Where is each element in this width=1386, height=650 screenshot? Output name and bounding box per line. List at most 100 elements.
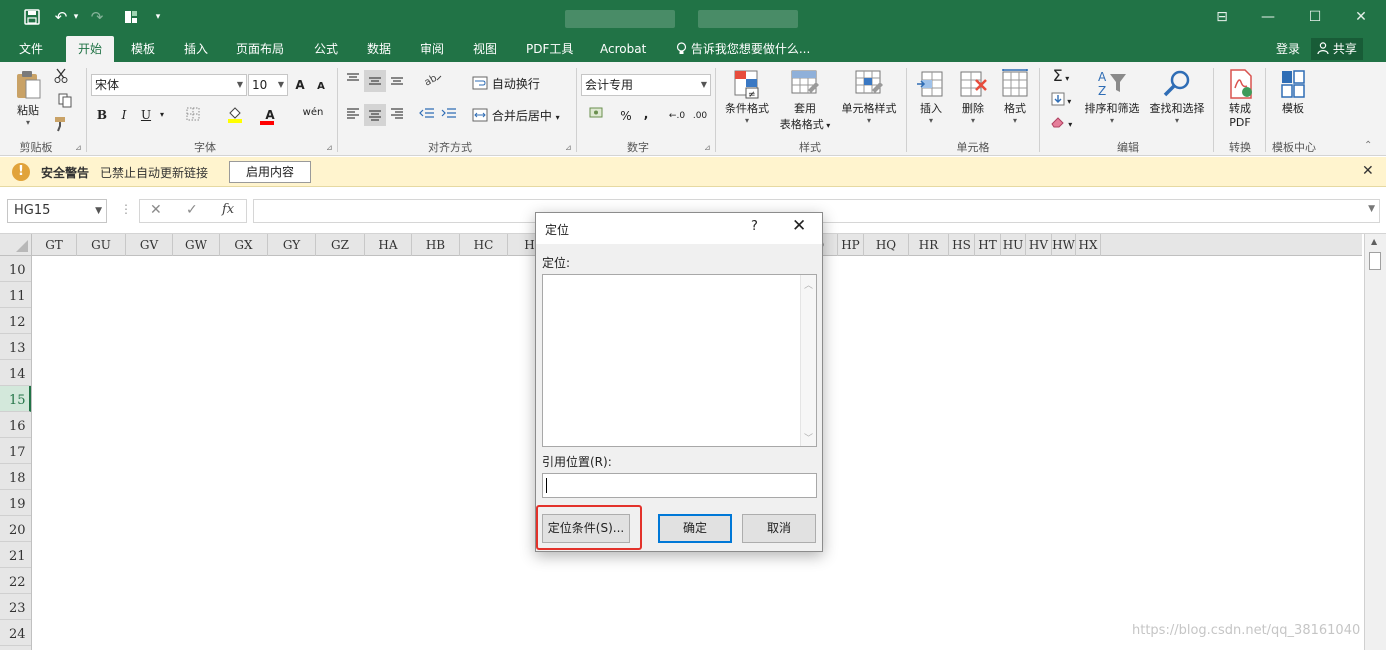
close-icon[interactable]: ✕ [1362, 163, 1374, 179]
tab-data[interactable]: 数据 [367, 36, 391, 62]
insert-function-icon[interactable]: fx [222, 202, 234, 217]
collapse-ribbon-icon[interactable]: ⌃ [1364, 140, 1372, 151]
font-launcher-icon[interactable]: ⊿ [326, 143, 333, 152]
row-header[interactable]: 14 [0, 360, 31, 386]
row-header[interactable]: 13 [0, 334, 31, 360]
column-header[interactable]: GX [220, 234, 268, 256]
accounting-format-icon[interactable] [583, 106, 613, 126]
redo-icon[interactable]: ↷ [86, 6, 108, 28]
resize-handle-icon[interactable]: ⋮ [120, 202, 132, 216]
underline-dropdown-icon[interactable]: ▾ [158, 105, 166, 125]
row-header[interactable]: 24 [0, 620, 31, 646]
row-header[interactable]: 21 [0, 542, 31, 568]
column-header[interactable]: GW [173, 234, 220, 256]
decrease-decimal-button[interactable]: .00 [690, 106, 710, 126]
align-left-icon[interactable] [344, 106, 362, 126]
merge-center-button[interactable]: 合并后居中 ▾ [472, 106, 570, 126]
increase-decimal-button[interactable]: ←.0 [667, 106, 687, 126]
autosum-button[interactable]: Σ ▾ [1046, 66, 1076, 86]
cell-styles-button[interactable]: 单元格样式 ▾ [837, 68, 901, 125]
row-header[interactable]: 23 [0, 594, 31, 620]
row-header[interactable]: 12 [0, 308, 31, 334]
listbox-scrollbar[interactable]: ︿ ﹀ [800, 275, 816, 446]
tab-page-layout[interactable]: 页面布局 [236, 36, 284, 62]
tab-acrobat[interactable]: Acrobat [600, 36, 646, 62]
special-button[interactable]: 定位条件(S)... [542, 514, 630, 543]
delete-cells-button[interactable]: 删除 ▾ [954, 68, 992, 125]
fill-button[interactable]: ▾ [1046, 90, 1076, 110]
column-header[interactable]: GY [268, 234, 316, 256]
template-button[interactable]: 模板 [1272, 68, 1314, 116]
column-header[interactable]: HX [1076, 234, 1101, 256]
minimize-button[interactable]: — [1245, 0, 1291, 34]
row-header[interactable]: 18 [0, 464, 31, 490]
clipboard-launcher-icon[interactable]: ⊿ [75, 143, 82, 152]
phonetic-button[interactable]: wén [300, 103, 326, 123]
cut-icon[interactable] [52, 68, 70, 87]
enter-icon[interactable]: ✓ [186, 202, 198, 218]
align-middle-icon[interactable] [364, 70, 386, 92]
align-bottom-icon[interactable] [388, 72, 406, 92]
format-painter-icon[interactable] [52, 116, 70, 135]
close-icon[interactable]: ✕ [792, 216, 806, 236]
paste-button[interactable]: 粘贴 ▾ [10, 68, 46, 127]
maximize-button[interactable]: ☐ [1292, 0, 1338, 34]
touch-mode-icon[interactable] [120, 6, 142, 28]
column-header[interactable]: HQ [864, 234, 909, 256]
border-button[interactable] [180, 105, 206, 125]
sort-filter-button[interactable]: AZ 排序和筛选 ▾ [1082, 68, 1142, 125]
italic-button[interactable]: I [117, 105, 131, 125]
shrink-font-button[interactable]: A [315, 77, 327, 97]
percent-button[interactable]: % [618, 106, 634, 126]
increase-indent-icon[interactable] [440, 106, 458, 126]
column-header[interactable]: HU [1001, 234, 1026, 256]
font-name-combo[interactable]: 宋体 ▼ [91, 74, 247, 96]
reference-input[interactable] [542, 473, 817, 498]
tab-template[interactable]: 模板 [131, 36, 155, 62]
wrap-text-button[interactable]: 自动换行 [472, 74, 542, 94]
share-button[interactable]: 共享 [1311, 38, 1363, 60]
cancel-button[interactable]: 取消 [742, 514, 816, 543]
scroll-up-icon[interactable]: ▲ [1371, 237, 1377, 246]
customize-qat-icon[interactable]: ▾ [152, 6, 164, 28]
help-icon[interactable]: ? [751, 219, 758, 234]
conditional-format-button[interactable]: ≠ 条件格式 ▾ [721, 68, 773, 125]
select-all-corner[interactable] [0, 234, 32, 256]
vertical-scrollbar[interactable]: ▲ [1364, 234, 1386, 650]
align-right-icon[interactable] [388, 106, 406, 126]
column-header[interactable]: HP [838, 234, 864, 256]
tab-view[interactable]: 视图 [473, 36, 497, 62]
column-header[interactable]: GZ [316, 234, 365, 256]
column-header[interactable]: HR [909, 234, 949, 256]
row-header[interactable]: 16 [0, 412, 31, 438]
format-as-table-button[interactable]: 套用 表格格式 ▾ [775, 68, 835, 132]
tab-formulas[interactable]: 公式 [314, 36, 338, 62]
convert-pdf-button[interactable]: 转成 PDF [1220, 68, 1260, 129]
number-format-combo[interactable]: 会计专用 ▼ [581, 74, 711, 96]
row-header[interactable]: 20 [0, 516, 31, 542]
sign-in-link[interactable]: 登录 [1276, 36, 1300, 62]
align-top-icon[interactable] [344, 72, 362, 92]
scroll-up-icon[interactable]: ︿ [804, 278, 813, 291]
format-cells-button[interactable]: 格式 ▾ [996, 68, 1034, 125]
column-header[interactable]: GV [126, 234, 173, 256]
scroll-down-icon[interactable]: ﹀ [804, 431, 813, 444]
column-header[interactable]: HC [460, 234, 508, 256]
name-box[interactable]: HG15 ▼ [7, 199, 107, 223]
align-center-icon[interactable] [364, 104, 386, 126]
column-header[interactable]: GU [77, 234, 126, 256]
row-header[interactable]: 19 [0, 490, 31, 516]
font-size-combo[interactable]: 10 ▼ [248, 74, 288, 96]
goto-listbox[interactable]: ︿ ﹀ [542, 274, 817, 447]
bold-button[interactable]: B [95, 105, 109, 125]
column-header[interactable]: HV [1026, 234, 1052, 256]
column-header[interactable]: HT [975, 234, 1001, 256]
tab-pdf-tools[interactable]: PDF工具 [526, 36, 573, 62]
grow-font-button[interactable]: A [293, 75, 307, 95]
scroll-thumb[interactable] [1369, 252, 1381, 270]
alignment-launcher-icon[interactable]: ⊿ [565, 143, 572, 152]
tell-me-box[interactable]: 告诉我您想要做什么... [676, 36, 810, 62]
tab-review[interactable]: 审阅 [420, 36, 444, 62]
clear-button[interactable]: ▾ [1046, 113, 1076, 133]
undo-dropdown-icon[interactable]: ▾ [71, 6, 81, 28]
